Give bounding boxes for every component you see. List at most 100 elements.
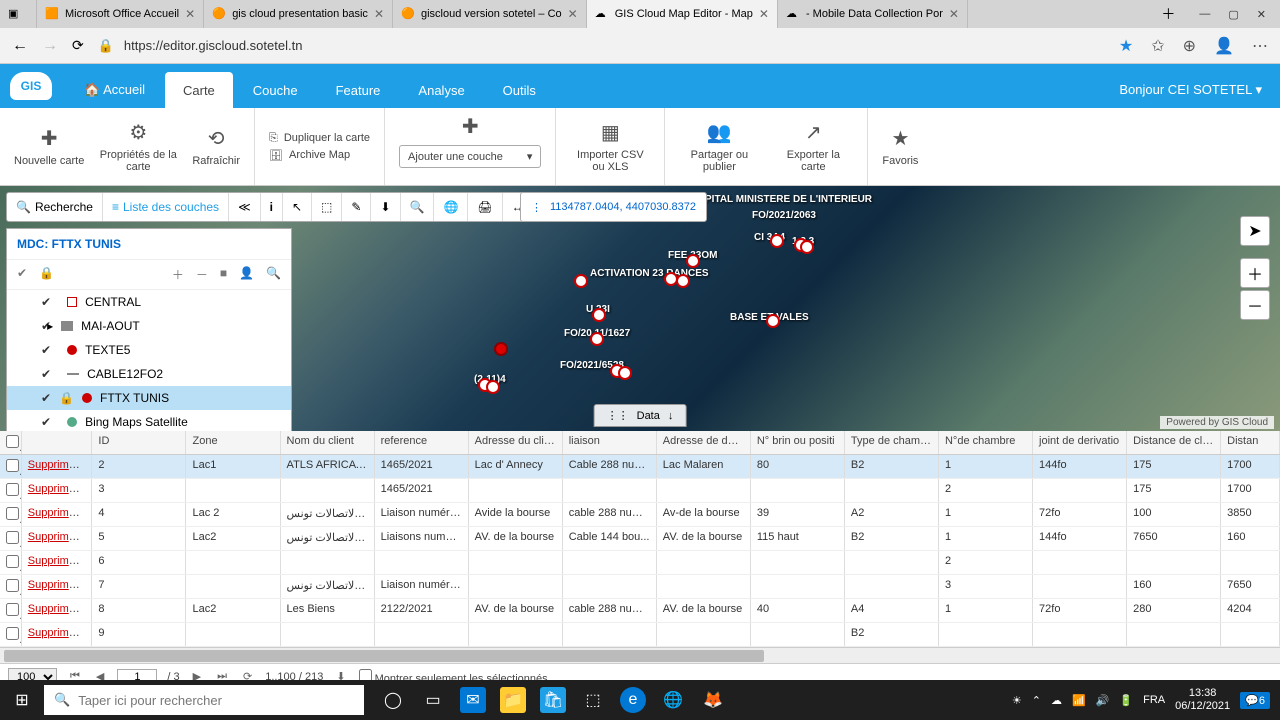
grid-header-cell[interactable] — [0, 431, 22, 454]
nav-tab-feature[interactable]: Feature — [318, 72, 399, 108]
table-row[interactable]: Supprimer ...7العامة الاتصالات تونسLiais… — [0, 575, 1280, 599]
table-row[interactable]: Supprimer ...31465/202121751700 — [0, 479, 1280, 503]
map-properties-button[interactable]: ⚙Propriétés de la carte — [98, 120, 178, 173]
tray-language[interactable]: FRA — [1143, 694, 1165, 706]
layer-row[interactable]: ✔ TEXTE5 — [7, 338, 291, 362]
tray-volume-icon[interactable]: 🔊 — [1096, 694, 1110, 707]
layer-add[interactable]: ＋ — [172, 266, 184, 283]
grid-header-cell[interactable]: N° brin ou positi — [751, 431, 845, 454]
tray-chevron-icon[interactable]: ⌃ — [1032, 694, 1041, 707]
nav-tab-accueil[interactable]: 🏠 Accueil — [66, 72, 163, 108]
grid-cell[interactable]: Supprimer ... — [22, 623, 93, 646]
layer-lock-all[interactable]: 🔒 — [39, 266, 54, 283]
map-feature-point[interactable] — [494, 342, 508, 356]
grid-header-cell[interactable]: N°de chambre — [939, 431, 1033, 454]
data-panel-toggle[interactable]: ⋮⋮ Data ↓ — [594, 404, 687, 427]
duplicate-map-button[interactable]: ⎘Dupliquer la carte — [269, 132, 370, 145]
grid-cell[interactable] — [0, 575, 22, 598]
locate-button[interactable]: ➤ — [1240, 216, 1270, 246]
grid-cell[interactable]: Supprimer ... — [22, 575, 93, 598]
task-view-icon[interactable]: ◯ — [380, 687, 406, 713]
map-feature-point[interactable] — [574, 274, 588, 288]
grid-header-cell[interactable]: Adresse de deriv — [657, 431, 751, 454]
grid-cell[interactable]: Supprimer ... — [22, 527, 93, 550]
new-map-button[interactable]: ✚Nouvelle carte — [14, 126, 84, 167]
map-feature-point[interactable] — [618, 366, 632, 380]
new-tab-button[interactable]: ＋ — [1151, 4, 1185, 24]
grid-cell[interactable] — [0, 503, 22, 526]
map-feature-point[interactable] — [800, 240, 814, 254]
url-field[interactable]: 🔒 https://editor.giscloud.sotetel.tn — [98, 38, 1105, 54]
layer-row[interactable]: ✔ Bing Maps Satellite — [7, 410, 291, 431]
tray-weather-icon[interactable]: ☀ — [1012, 694, 1022, 707]
profile-icon[interactable]: 👤 — [1214, 36, 1234, 56]
table-row[interactable]: Supprimer ...62 — [0, 551, 1280, 575]
grid-header-cell[interactable]: joint de derivatio — [1033, 431, 1127, 454]
select-tool[interactable]: ↖ — [283, 193, 312, 221]
layer-row[interactable]: ✔▸ MAI-AOUT — [7, 314, 291, 338]
collapse-button[interactable]: ≪ — [229, 193, 261, 221]
download-tool[interactable]: ⬇ — [371, 193, 400, 221]
app-logo[interactable]: GIS — [0, 72, 66, 108]
layer-user[interactable]: 👤 — [239, 266, 254, 283]
grid-cell[interactable]: Supprimer ... — [22, 551, 93, 574]
grid-header-cell[interactable]: Distance de clien — [1127, 431, 1221, 454]
window-minimize[interactable]: ― — [1199, 8, 1210, 21]
zoom-tool[interactable]: 🔍 — [401, 193, 435, 221]
grid-header-cell[interactable]: ID — [92, 431, 186, 454]
grid-cell[interactable] — [0, 479, 22, 502]
grid-header-cell[interactable]: Nom du client — [281, 431, 375, 454]
layer-folder[interactable]: ■ — [220, 266, 227, 283]
taskbar-app-icon[interactable]: ▭ — [420, 687, 446, 713]
edit-tool[interactable]: ✎ — [342, 193, 371, 221]
share-publish-button[interactable]: 👥Partager ou publier — [679, 120, 759, 173]
grid-cell[interactable] — [0, 527, 22, 550]
layer-remove[interactable]: － — [196, 266, 208, 283]
browser-tab[interactable]: 🟠giscloud version sotetel – Co✕ — [393, 0, 587, 28]
layer-visible-all[interactable]: ✔ — [17, 266, 27, 283]
table-row[interactable]: Supprimer ...9B2 — [0, 623, 1280, 647]
grid-header-cell[interactable]: Distan — [1221, 431, 1280, 454]
dropbox-icon[interactable]: ⬚ — [580, 687, 606, 713]
browser-tab[interactable]: ☁GIS Cloud Map Editor - Map✕ — [587, 0, 778, 28]
map-canvas[interactable]: 🔍 Recherche ≡ Liste des couches ≪ i ↖ ⬚ … — [0, 186, 1280, 431]
grid-cell[interactable] — [0, 551, 22, 574]
window-close[interactable]: ✕ — [1257, 8, 1266, 21]
grid-cell[interactable] — [0, 599, 22, 622]
globe-tool[interactable]: 🌐 — [434, 193, 468, 221]
layer-list-button[interactable]: ≡ Liste des couches — [103, 193, 229, 221]
tray-wifi-icon[interactable]: 📶 — [1072, 694, 1086, 707]
browser-tab[interactable]: 🟠gis cloud presentation basic✕ — [204, 0, 393, 28]
tray-clock[interactable]: 13:3806/12/2021 — [1175, 687, 1230, 713]
map-feature-point[interactable] — [592, 308, 606, 322]
table-row[interactable]: Supprimer ...2Lac1ATLS AFRICA t...1465/2… — [0, 455, 1280, 479]
add-layer-dropdown[interactable]: Ajouter une couche▾ — [399, 145, 541, 168]
grid-cell[interactable] — [0, 623, 22, 646]
refresh-button[interactable]: ⟲Rafraîchir — [192, 126, 240, 167]
map-feature-point[interactable] — [770, 234, 784, 248]
favorites-bar-icon[interactable]: ✩ — [1151, 36, 1164, 56]
grid-header-cell[interactable]: liaison — [563, 431, 657, 454]
tray-battery-icon[interactable]: 🔋 — [1119, 694, 1133, 707]
area-select-tool[interactable]: ⬚ — [312, 193, 342, 221]
archive-map-button[interactable]: 🗄Archive Map — [269, 149, 370, 162]
grid-header-cell[interactable] — [22, 431, 93, 454]
map-feature-point[interactable] — [676, 274, 690, 288]
nav-tab-couche[interactable]: Couche — [235, 72, 316, 108]
nav-tab-carte[interactable]: Carte — [165, 72, 233, 108]
menu-icon[interactable]: ⋯ — [1252, 36, 1268, 56]
map-feature-point[interactable] — [766, 314, 780, 328]
print-tool[interactable]: 🖨 — [468, 193, 502, 221]
layer-row[interactable]: ✔ CENTRAL — [7, 290, 291, 314]
chrome-icon[interactable]: 🌐 — [660, 687, 686, 713]
grid-cell[interactable]: Supprimer ... — [22, 599, 93, 622]
nav-tab-analyse[interactable]: Analyse — [400, 72, 482, 108]
nav-reload[interactable]: ⟳ — [72, 37, 84, 54]
map-feature-point[interactable] — [686, 254, 700, 268]
user-menu[interactable]: Bonjour CEI SOTETEL ▾ — [1119, 82, 1280, 108]
map-feature-point[interactable] — [590, 332, 604, 346]
windows-search[interactable]: 🔍 Taper ici pour rechercher — [44, 685, 364, 715]
browser-tab[interactable]: 🟧Microsoft Office Accueil✕ — [37, 0, 204, 28]
zoom-in-button[interactable]: ＋ — [1240, 258, 1270, 288]
grid-cell[interactable]: Supprimer ... — [22, 479, 93, 502]
